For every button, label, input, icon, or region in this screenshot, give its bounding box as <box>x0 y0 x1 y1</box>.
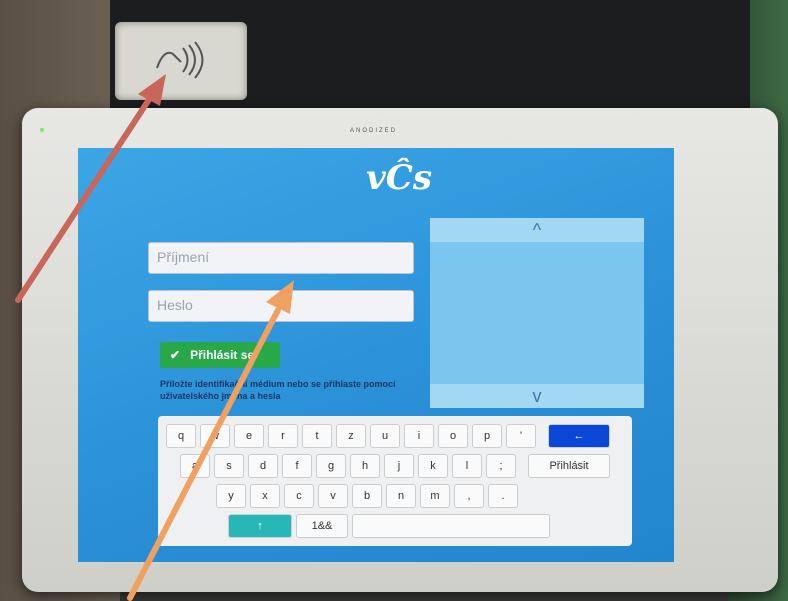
red-arrow-icon <box>15 74 166 303</box>
photo-scene: ANODIZED vĈs Příjmení Heslo ✔ Přihlásit … <box>0 0 788 601</box>
annotation-arrows <box>15 74 294 601</box>
orange-arrow-icon <box>127 280 294 601</box>
